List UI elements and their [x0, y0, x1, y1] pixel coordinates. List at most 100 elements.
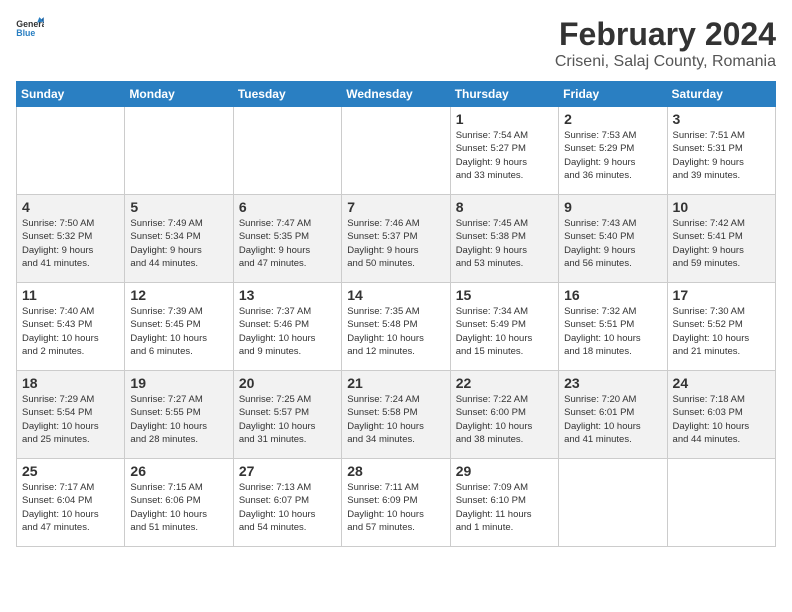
calendar-cell: 11 Sunrise: 7:40 AMSunset: 5:43 PMDayligh…: [17, 283, 125, 371]
day-number: 23: [564, 375, 661, 391]
calendar-cell: 8 Sunrise: 7:45 AMSunset: 5:38 PMDaylight…: [450, 195, 558, 283]
day-number: 1: [456, 111, 553, 127]
day-info: Sunrise: 7:47 AMSunset: 5:35 PMDaylight:…: [239, 217, 336, 270]
day-number: 18: [22, 375, 119, 391]
day-info: Sunrise: 7:54 AMSunset: 5:27 PMDaylight:…: [456, 129, 553, 182]
day-info: Sunrise: 7:18 AMSunset: 6:03 PMDaylight:…: [673, 393, 770, 446]
col-header-wednesday: Wednesday: [342, 82, 450, 107]
calendar-week-5: 25 Sunrise: 7:17 AMSunset: 6:04 PMDayligh…: [17, 459, 776, 547]
col-header-tuesday: Tuesday: [233, 82, 341, 107]
day-number: 27: [239, 463, 336, 479]
calendar-cell: 13 Sunrise: 7:37 AMSunset: 5:46 PMDayligh…: [233, 283, 341, 371]
calendar-cell: 4 Sunrise: 7:50 AMSunset: 5:32 PMDaylight…: [17, 195, 125, 283]
col-header-saturday: Saturday: [667, 82, 775, 107]
day-number: 2: [564, 111, 661, 127]
day-info: Sunrise: 7:29 AMSunset: 5:54 PMDaylight:…: [22, 393, 119, 446]
calendar-cell: 23 Sunrise: 7:20 AMSunset: 6:01 PMDayligh…: [559, 371, 667, 459]
day-info: Sunrise: 7:51 AMSunset: 5:31 PMDaylight:…: [673, 129, 770, 182]
day-info: Sunrise: 7:25 AMSunset: 5:57 PMDaylight:…: [239, 393, 336, 446]
calendar-header-row: SundayMondayTuesdayWednesdayThursdayFrid…: [17, 82, 776, 107]
day-number: 3: [673, 111, 770, 127]
day-number: 12: [130, 287, 227, 303]
calendar-cell: [17, 107, 125, 195]
day-number: 16: [564, 287, 661, 303]
day-number: 5: [130, 199, 227, 215]
page-header: General Blue February 2024 Criseni, Sala…: [16, 16, 776, 71]
day-info: Sunrise: 7:46 AMSunset: 5:37 PMDaylight:…: [347, 217, 444, 270]
day-info: Sunrise: 7:27 AMSunset: 5:55 PMDaylight:…: [130, 393, 227, 446]
day-number: 8: [456, 199, 553, 215]
title-section: February 2024 Criseni, Salaj County, Rom…: [555, 16, 776, 71]
location-title: Criseni, Salaj County, Romania: [555, 53, 776, 71]
calendar-cell: [125, 107, 233, 195]
day-number: 19: [130, 375, 227, 391]
day-info: Sunrise: 7:43 AMSunset: 5:40 PMDaylight:…: [564, 217, 661, 270]
calendar-week-1: 1 Sunrise: 7:54 AMSunset: 5:27 PMDaylight…: [17, 107, 776, 195]
calendar-cell: 5 Sunrise: 7:49 AMSunset: 5:34 PMDaylight…: [125, 195, 233, 283]
day-info: Sunrise: 7:22 AMSunset: 6:00 PMDaylight:…: [456, 393, 553, 446]
calendar-cell: 18 Sunrise: 7:29 AMSunset: 5:54 PMDayligh…: [17, 371, 125, 459]
calendar-cell: 21Sunrise: 7:24 AMSunset: 5:58 PMDayligh…: [342, 371, 450, 459]
day-number: 13: [239, 287, 336, 303]
day-info: Sunrise: 7:39 AMSunset: 5:45 PMDaylight:…: [130, 305, 227, 358]
day-number: 14: [347, 287, 444, 303]
calendar-cell: [342, 107, 450, 195]
day-number: 24: [673, 375, 770, 391]
day-info: Sunrise: 7:40 AMSunset: 5:43 PMDaylight:…: [22, 305, 119, 358]
month-title: February 2024: [555, 16, 776, 53]
day-info: Sunrise: 7:45 AMSunset: 5:38 PMDaylight:…: [456, 217, 553, 270]
calendar-cell: 26Sunrise: 7:15 AMSunset: 6:06 PMDayligh…: [125, 459, 233, 547]
day-info: Sunrise: 7:09 AMSunset: 6:10 PMDaylight:…: [456, 481, 553, 534]
logo: General Blue: [16, 16, 44, 38]
calendar-cell: 15Sunrise: 7:34 AMSunset: 5:49 PMDayligh…: [450, 283, 558, 371]
day-info: Sunrise: 7:30 AMSunset: 5:52 PMDaylight:…: [673, 305, 770, 358]
day-info: Sunrise: 7:50 AMSunset: 5:32 PMDaylight:…: [22, 217, 119, 270]
calendar-week-2: 4 Sunrise: 7:50 AMSunset: 5:32 PMDaylight…: [17, 195, 776, 283]
col-header-monday: Monday: [125, 82, 233, 107]
calendar-cell: 17 Sunrise: 7:30 AMSunset: 5:52 PMDayligh…: [667, 283, 775, 371]
day-info: Sunrise: 7:37 AMSunset: 5:46 PMDaylight:…: [239, 305, 336, 358]
day-number: 7: [347, 199, 444, 215]
day-info: Sunrise: 7:49 AMSunset: 5:34 PMDaylight:…: [130, 217, 227, 270]
calendar-cell: 27Sunrise: 7:13 AMSunset: 6:07 PMDayligh…: [233, 459, 341, 547]
day-info: Sunrise: 7:34 AMSunset: 5:49 PMDaylight:…: [456, 305, 553, 358]
day-info: Sunrise: 7:11 AMSunset: 6:09 PMDaylight:…: [347, 481, 444, 534]
calendar-cell: [667, 459, 775, 547]
day-number: 20: [239, 375, 336, 391]
calendar-cell: 2 Sunrise: 7:53 AMSunset: 5:29 PMDaylight…: [559, 107, 667, 195]
calendar-cell: 24 Sunrise: 7:18 AMSunset: 6:03 PMDayligh…: [667, 371, 775, 459]
svg-text:Blue: Blue: [16, 28, 35, 38]
day-info: Sunrise: 7:53 AMSunset: 5:29 PMDaylight:…: [564, 129, 661, 182]
day-number: 10: [673, 199, 770, 215]
day-number: 17: [673, 287, 770, 303]
calendar-cell: 29 Sunrise: 7:09 AMSunset: 6:10 PMDayligh…: [450, 459, 558, 547]
calendar-cell: 16 Sunrise: 7:32 AMSunset: 5:51 PMDayligh…: [559, 283, 667, 371]
calendar-cell: 19 Sunrise: 7:27 AMSunset: 5:55 PMDayligh…: [125, 371, 233, 459]
calendar-cell: 10 Sunrise: 7:42 AMSunset: 5:41 PMDayligh…: [667, 195, 775, 283]
day-number: 26: [130, 463, 227, 479]
calendar-cell: 7 Sunrise: 7:46 AMSunset: 5:37 PMDaylight…: [342, 195, 450, 283]
calendar-cell: 14Sunrise: 7:35 AMSunset: 5:48 PMDayligh…: [342, 283, 450, 371]
calendar-cell: 22 Sunrise: 7:22 AMSunset: 6:00 PMDayligh…: [450, 371, 558, 459]
day-number: 22: [456, 375, 553, 391]
day-number: 4: [22, 199, 119, 215]
calendar-cell: 3 Sunrise: 7:51 AMSunset: 5:31 PMDaylight…: [667, 107, 775, 195]
calendar-cell: 28 Sunrise: 7:11 AMSunset: 6:09 PMDayligh…: [342, 459, 450, 547]
day-info: Sunrise: 7:32 AMSunset: 5:51 PMDaylight:…: [564, 305, 661, 358]
day-number: 25: [22, 463, 119, 479]
day-number: 29: [456, 463, 553, 479]
calendar-cell: 6 Sunrise: 7:47 AMSunset: 5:35 PMDaylight…: [233, 195, 341, 283]
day-info: Sunrise: 7:42 AMSunset: 5:41 PMDaylight:…: [673, 217, 770, 270]
calendar-cell: [559, 459, 667, 547]
col-header-friday: Friday: [559, 82, 667, 107]
day-number: 6: [239, 199, 336, 215]
day-info: Sunrise: 7:24 AMSunset: 5:58 PMDaylight:…: [347, 393, 444, 446]
day-info: Sunrise: 7:17 AMSunset: 6:04 PMDaylight:…: [22, 481, 119, 534]
day-number: 9: [564, 199, 661, 215]
calendar-cell: 9 Sunrise: 7:43 AMSunset: 5:40 PMDaylight…: [559, 195, 667, 283]
day-number: 11: [22, 287, 119, 303]
day-info: Sunrise: 7:20 AMSunset: 6:01 PMDaylight:…: [564, 393, 661, 446]
calendar-cell: 25 Sunrise: 7:17 AMSunset: 6:04 PMDayligh…: [17, 459, 125, 547]
calendar-table: SundayMondayTuesdayWednesdayThursdayFrid…: [16, 81, 776, 547]
day-number: 28: [347, 463, 444, 479]
